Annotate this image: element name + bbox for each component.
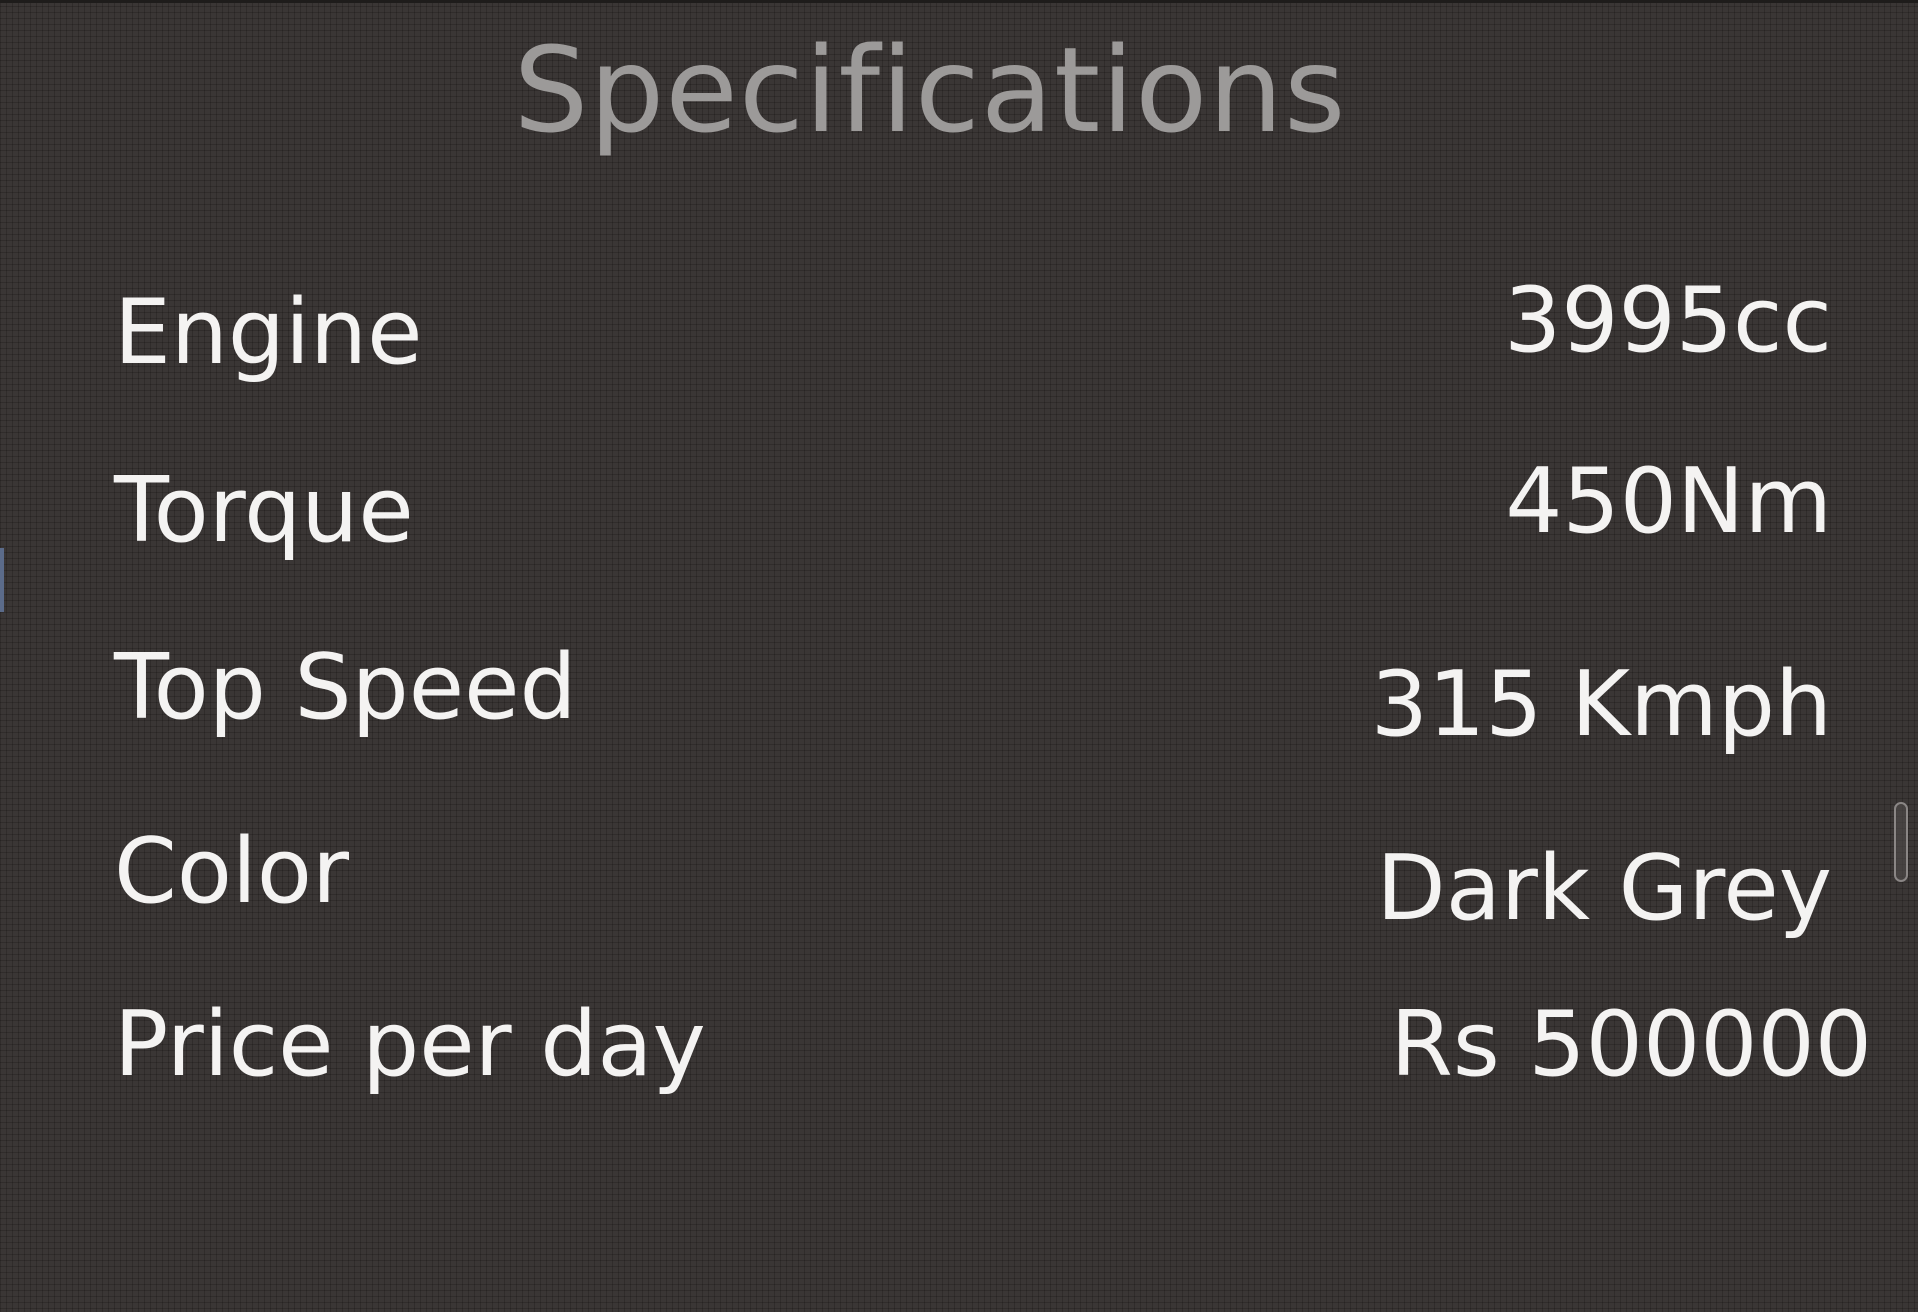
specifications-screen: Specifications Engine 3995cc Torque 450N… bbox=[0, 0, 1918, 1312]
spec-value-top-speed: 315 Kmph bbox=[1370, 652, 1832, 757]
top-edge-divider bbox=[0, 0, 1918, 3]
spec-label-price-per-day: Price per day bbox=[114, 992, 706, 1097]
page-title: Specifications bbox=[513, 21, 1347, 159]
scrollbar-thumb[interactable] bbox=[1894, 802, 1908, 882]
spec-value-torque: 450Nm bbox=[1505, 449, 1832, 554]
spec-label-torque: Torque bbox=[114, 458, 414, 563]
spec-label-top-speed: Top Speed bbox=[114, 635, 577, 740]
spec-label-engine: Engine bbox=[114, 280, 423, 385]
spec-value-engine: 3995cc bbox=[1503, 268, 1832, 373]
spec-value-price-per-day: Rs 500000 bbox=[1390, 992, 1872, 1097]
spec-label-color: Color bbox=[114, 819, 349, 924]
spec-value-color: Dark Grey bbox=[1376, 836, 1832, 941]
left-edge-marker bbox=[0, 548, 4, 612]
